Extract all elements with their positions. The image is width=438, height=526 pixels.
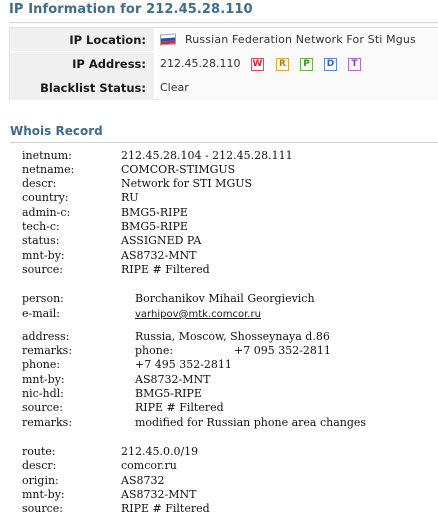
whois-value: 212.45.28.104 - 212.45.28.111 <box>121 149 293 162</box>
whois-key: source: <box>22 263 63 276</box>
ip-location-value: Russian Federation Network For Sti Mgus <box>185 33 416 46</box>
whois-key: status: <box>22 234 60 247</box>
whois-key: mnt-by: <box>22 488 65 501</box>
whois-key: netname: <box>22 163 75 176</box>
russian-flag-icon <box>160 33 176 46</box>
whois-key: phone: <box>22 358 61 371</box>
whois-key: tech-c: <box>22 220 60 233</box>
whois-key: country: <box>22 191 69 204</box>
whois-value: phone: <box>135 344 174 357</box>
blacklist-status-label: Blacklist Status: <box>10 76 154 100</box>
whois-key: descr: <box>22 177 57 190</box>
whois-value: +7 095 352-2811 <box>234 344 331 357</box>
whois-divider <box>10 142 438 143</box>
whois-value: AS8732 <box>121 474 165 487</box>
whois-key: person: <box>22 292 64 305</box>
whois-value: AS8732-MNT <box>121 249 197 262</box>
whois-value: COMCOR-STIMGUS <box>121 163 236 176</box>
title-divider <box>9 22 438 23</box>
whois-value: ASSIGNED PA <box>121 234 202 247</box>
email-link[interactable]: varhipov@mtk.comcor.ru <box>135 309 261 320</box>
ip-info-table: IP Location: Russian Federation Network … <box>9 27 438 100</box>
blacklist-status-value: Clear <box>160 81 189 94</box>
whois-email-value-cell: varhipov@mtk.comcor.ru <box>135 307 261 322</box>
whois-value: BMG5-RIPE <box>121 206 188 219</box>
ip-address-row: IP Address: 212.45.28.110 W R P D T <box>10 52 438 76</box>
whois-key: inetnum: <box>22 149 72 162</box>
whois-key: admin-c: <box>22 206 71 219</box>
ip-address-value: 212.45.28.110 <box>160 57 241 70</box>
whois-value: RIPE # Filtered <box>135 401 224 414</box>
dns-tool-button[interactable]: D <box>324 58 337 71</box>
whois-value: BMG5-RIPE <box>135 387 202 400</box>
whois-key: remarks: <box>22 416 73 429</box>
whois-value: Network for STI MGUS <box>121 177 253 190</box>
ip-address-label: IP Address: <box>10 52 154 76</box>
whois-value: comcor.ru <box>121 459 177 472</box>
whois-value: Borchanikov Mihail Georgievich <box>135 292 315 305</box>
whois-record-title: Whois Record <box>10 124 103 138</box>
whois-tool-button[interactable]: W <box>251 58 264 71</box>
whois-key: remarks: <box>22 344 73 357</box>
ip-address-value-cell: 212.45.28.110 W R P D T <box>158 52 438 76</box>
whois-key: address: <box>22 330 70 343</box>
ping-tool-button[interactable]: P <box>300 58 313 71</box>
whois-value: modified for Russian phone area changes <box>135 416 367 429</box>
ip-info-page: IP Information for 212.45.28.110 IP Loca… <box>0 0 438 526</box>
blacklist-status-value-cell: Clear <box>158 76 438 100</box>
whois-key: route: <box>22 445 56 458</box>
whois-value: RIPE # Filtered <box>121 263 210 276</box>
whois-key: origin: <box>22 474 59 487</box>
whois-key: e-mail: <box>22 307 60 320</box>
whois-value: Russia, Moscow, Shosseynaya d.86 <box>135 330 330 343</box>
ip-location-value-cell: Russian Federation Network For Sti Mgus <box>158 28 438 53</box>
whois-value: +7 495 352-2811 <box>135 358 232 371</box>
ip-location-row: IP Location: Russian Federation Network … <box>10 28 438 53</box>
whois-value: AS8732-MNT <box>135 373 211 386</box>
whois-key: nic-hdl: <box>22 387 64 400</box>
whois-key: mnt-by: <box>22 373 65 386</box>
ip-location-label: IP Location: <box>10 28 154 52</box>
blacklist-status-row: Blacklist Status: Clear <box>10 76 438 100</box>
whois-key: source: <box>22 401 63 414</box>
reverse-ip-tool-button[interactable]: R <box>276 58 289 71</box>
whois-value: RIPE # Filtered <box>121 502 210 515</box>
page-title: IP Information for 212.45.28.110 <box>9 2 253 17</box>
traceroute-tool-button[interactable]: T <box>348 58 361 71</box>
whois-key: mnt-by: <box>22 249 65 262</box>
whois-key: descr: <box>22 459 57 472</box>
whois-key: source: <box>22 502 63 515</box>
whois-value: BMG5-RIPE <box>121 220 188 233</box>
whois-value: AS8732-MNT <box>121 488 197 501</box>
whois-value: 212.45.0.0/19 <box>121 445 199 458</box>
whois-value: RU <box>121 191 139 204</box>
